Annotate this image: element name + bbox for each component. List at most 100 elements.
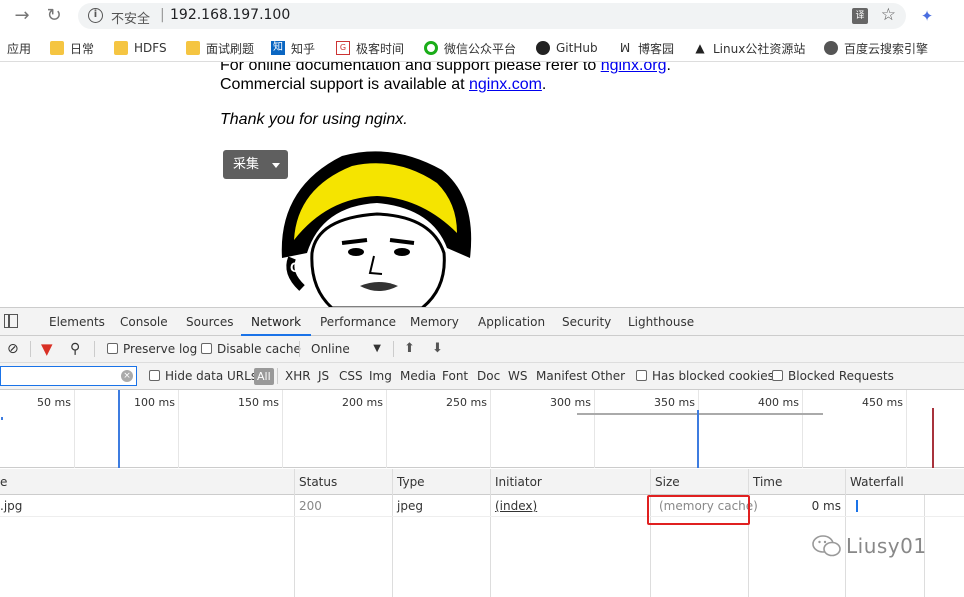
filter-input[interactable]: × (0, 366, 137, 386)
column-divider (490, 469, 491, 597)
hide-data-urls-checkbox[interactable]: Hide data URLs (149, 363, 257, 389)
bookmark-label: 应用 (7, 41, 32, 56)
filter-type-all[interactable]: All (254, 368, 274, 385)
column-type[interactable]: Type (393, 469, 425, 495)
disable-cache-checkbox[interactable]: Disable cache (201, 336, 301, 362)
toolbar-divider (277, 368, 278, 384)
bookmark-wechat-mp[interactable]: 微信公众平台 (424, 39, 516, 57)
filter-type-doc[interactable]: Doc (477, 363, 500, 389)
tab-elements[interactable]: Elements (49, 308, 105, 336)
forward-arrow-icon[interactable]: → (12, 6, 32, 26)
bookmark-geektime[interactable]: G 极客时间 (336, 39, 404, 57)
column-name[interactable]: e (0, 469, 7, 495)
clear-filter-icon[interactable]: × (121, 370, 133, 382)
network-overview-timeline[interactable]: 50 ms 100 ms 150 ms 200 ms 250 ms 300 ms… (0, 390, 964, 468)
tick-gridline (386, 390, 387, 468)
tab-console[interactable]: Console (120, 308, 168, 336)
wechat-mp-icon (424, 41, 438, 55)
info-icon[interactable]: i (88, 8, 103, 23)
cell-time: 0 ms (811, 499, 841, 513)
has-blocked-cookies-checkbox[interactable]: Has blocked cookies (636, 363, 774, 389)
tab-security[interactable]: Security (562, 308, 611, 336)
tab-lighthouse[interactable]: Lighthouse (628, 308, 694, 336)
bookmark-label: 面试刷题 (206, 41, 255, 56)
bookmark-label: Linux公社资源站 (713, 41, 806, 56)
tick-gridline (594, 390, 595, 468)
import-har-icon[interactable]: ⬆ (404, 336, 415, 362)
tick-label: 150 ms (238, 396, 279, 409)
cell-initiator-link[interactable]: (index) (495, 495, 537, 517)
filter-type-css[interactable]: CSS (339, 363, 363, 389)
address-bar[interactable]: i 不安全 | 192.168.197.100 译 ☆ (78, 3, 906, 29)
filter-type-other[interactable]: Other (591, 363, 625, 389)
column-status[interactable]: Status (295, 469, 337, 495)
annotation-highlight-box (647, 495, 750, 525)
meme-image: C (281, 151, 472, 308)
svg-text:C: C (290, 259, 300, 275)
translate-icon[interactable]: 译 (852, 8, 868, 24)
export-har-icon[interactable]: ⬇ (432, 336, 443, 362)
tab-application[interactable]: Application (478, 308, 545, 336)
tab-memory[interactable]: Memory (410, 308, 459, 336)
tick-gridline (490, 390, 491, 468)
bookmark-label: GitHub (556, 41, 598, 55)
url-text[interactable]: 192.168.197.100 (170, 7, 290, 23)
bookmark-cnblogs[interactable]: ꟽ 博客园 (618, 39, 674, 57)
tab-performance[interactable]: Performance (320, 308, 396, 336)
filter-type-manifest[interactable]: Manifest (536, 363, 587, 389)
tick-label: 200 ms (342, 396, 383, 409)
baidu-cloud-icon (824, 41, 838, 55)
table-row[interactable]: .jpg 200 jpeg (index) (memory cache) 0 m… (0, 495, 964, 517)
filter-type-media[interactable]: Media (400, 363, 436, 389)
checkbox-icon (772, 370, 783, 381)
extension-icon[interactable]: ✦ (918, 7, 936, 25)
toolbar-divider (299, 341, 300, 357)
bookmark-zhihu[interactable]: 知 知乎 (271, 39, 315, 57)
bookmark-hdfs[interactable]: HDFS (114, 39, 167, 57)
device-toolbar-icon[interactable] (4, 314, 18, 328)
cell-type: jpeg (397, 499, 423, 513)
filter-type-js[interactable]: JS (318, 363, 329, 389)
bookmark-interview[interactable]: 面试刷题 (186, 39, 254, 57)
preserve-log-checkbox[interactable]: Preserve log (107, 336, 197, 362)
column-size[interactable]: Size (651, 469, 680, 495)
bookmark-baidu-cloud[interactable]: 百度云搜索引擎 (824, 39, 928, 57)
tick-label: 100 ms (134, 396, 175, 409)
bookmark-star-icon[interactable]: ☆ (881, 5, 896, 25)
filter-type-font[interactable]: Font (442, 363, 468, 389)
bookmark-linux[interactable]: ▲ Linux公社资源站 (693, 39, 805, 57)
nginx-org-link[interactable]: nginx.org (601, 62, 667, 74)
column-waterfall[interactable]: Waterfall (846, 469, 904, 495)
folder-icon (50, 41, 64, 55)
reload-icon[interactable]: ↻ (44, 6, 64, 26)
tick-label: 350 ms (654, 396, 695, 409)
tick-label: 400 ms (758, 396, 799, 409)
tick-label: 50 ms (37, 396, 71, 409)
geektime-icon: G (336, 41, 350, 55)
checkbox-icon (636, 370, 647, 381)
cell-name: .jpg (0, 499, 23, 513)
column-initiator[interactable]: Initiator (491, 469, 542, 495)
bookmark-github[interactable]: GitHub (536, 39, 598, 57)
bookmark-daily[interactable]: 日常 (50, 39, 94, 57)
blocked-requests-checkbox[interactable]: Blocked Requests (772, 363, 894, 389)
tick-gridline (282, 390, 283, 468)
column-divider (650, 469, 651, 597)
checkbox-icon (107, 343, 118, 354)
filter-icon[interactable]: ▼ (41, 336, 53, 362)
cnblogs-icon: ꟽ (619, 41, 631, 55)
search-icon[interactable]: ⚲ (70, 336, 80, 362)
bookmark-apps[interactable]: 应用 (7, 39, 31, 57)
tab-network[interactable]: Network (241, 308, 312, 336)
nginx-com-link[interactable]: nginx.com (469, 76, 542, 93)
request-marker (1, 417, 3, 420)
filter-type-img[interactable]: Img (369, 363, 392, 389)
column-time[interactable]: Time (749, 469, 782, 495)
filter-type-xhr[interactable]: XHR (285, 363, 311, 389)
filter-type-ws[interactable]: WS (508, 363, 527, 389)
thanks-text: Thank you for using nginx. (220, 111, 408, 128)
clear-icon[interactable]: ⊘ (7, 336, 19, 362)
watermark: Liusy01 (812, 534, 927, 558)
throttling-select[interactable]: Online ▼ (311, 336, 383, 362)
tab-sources[interactable]: Sources (186, 308, 233, 336)
